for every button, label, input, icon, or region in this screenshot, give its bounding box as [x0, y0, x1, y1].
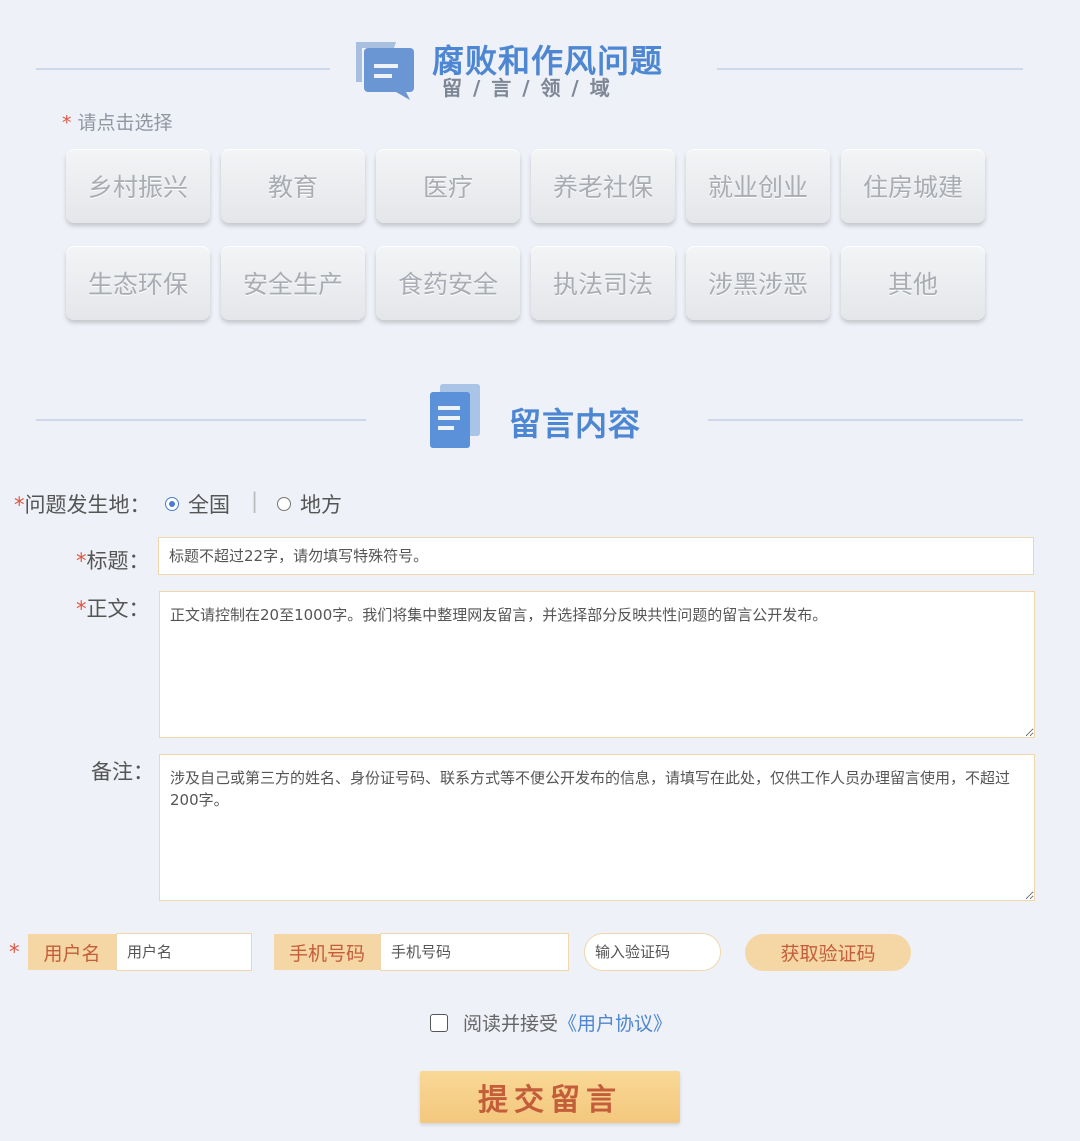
- submit-button[interactable]: 提交留言: [420, 1071, 680, 1123]
- title-label: *标题：: [76, 549, 150, 573]
- category-button[interactable]: 医疗: [376, 149, 520, 223]
- title-input[interactable]: [158, 537, 1034, 575]
- body-label: *正文：: [76, 597, 150, 621]
- remark-label: 备注：: [91, 760, 154, 784]
- section-title-content: 留言内容: [509, 405, 642, 443]
- category-button[interactable]: 教育: [221, 149, 365, 223]
- category-button[interactable]: 安全生产: [221, 246, 365, 320]
- category-button[interactable]: 就业创业: [686, 149, 830, 223]
- content-divider-left: [36, 419, 366, 421]
- required-mark: *: [9, 940, 20, 964]
- category-button[interactable]: 生态环保: [66, 246, 210, 320]
- user-agreement-link[interactable]: 《用户协议》: [558, 1013, 672, 1035]
- verification-code-input[interactable]: [584, 933, 721, 971]
- radio-local-label: 地方: [300, 493, 342, 517]
- location-label: *问题发生地：: [14, 493, 151, 517]
- document-icon: [430, 384, 480, 448]
- agree-checkbox[interactable]: [430, 1014, 448, 1032]
- category-hint: * 请点击选择: [62, 112, 173, 134]
- required-mark: *: [76, 597, 87, 621]
- section-subtitle: 留 / 言 / 领 / 域: [442, 76, 612, 100]
- header-divider-right: [717, 68, 1023, 70]
- radio-national[interactable]: [165, 497, 179, 511]
- phone-input[interactable]: [380, 933, 569, 971]
- category-button[interactable]: 执法司法: [531, 246, 675, 320]
- message-icon: [356, 42, 414, 100]
- category-button[interactable]: 其他: [841, 246, 985, 320]
- header-divider-left: [36, 68, 330, 70]
- required-mark: *: [76, 549, 87, 573]
- content-divider-right: [708, 419, 1023, 421]
- radio-national-label: 全国: [188, 493, 230, 517]
- category-button[interactable]: 养老社保: [531, 149, 675, 223]
- category-grid: 乡村振兴 教育 医疗 养老社保 就业创业 住房城建 生态环保 安全生产 食药安全…: [66, 149, 996, 329]
- category-button[interactable]: 涉黑涉恶: [686, 246, 830, 320]
- category-button[interactable]: 住房城建: [841, 149, 985, 223]
- agree-text: 阅读并接受《用户协议》: [463, 1013, 673, 1035]
- remark-textarea[interactable]: [159, 754, 1035, 901]
- required-mark: *: [62, 112, 72, 134]
- required-mark: *: [14, 493, 25, 517]
- category-button[interactable]: 乡村振兴: [66, 149, 210, 223]
- body-textarea[interactable]: [159, 591, 1035, 738]
- get-code-button[interactable]: 获取验证码: [745, 934, 911, 971]
- category-button[interactable]: 食药安全: [376, 246, 520, 320]
- phone-tag: 手机号码: [274, 934, 380, 970]
- username-tag: 用户名: [28, 934, 116, 970]
- username-input[interactable]: [116, 933, 252, 971]
- radio-separator: |: [251, 489, 259, 513]
- radio-local[interactable]: [277, 497, 291, 511]
